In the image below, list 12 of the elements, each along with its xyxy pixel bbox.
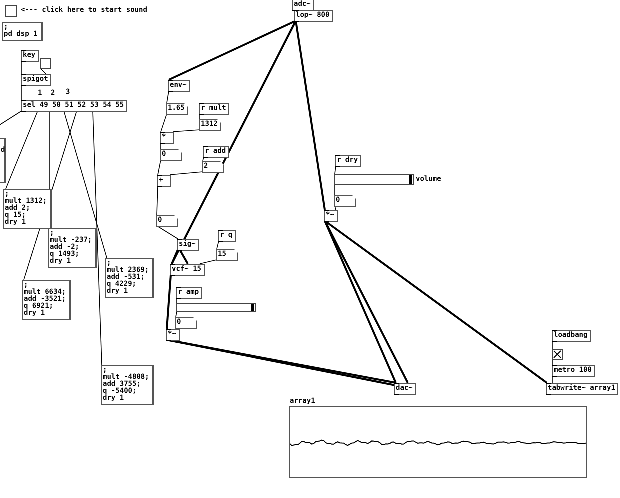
slider-handle[interactable] [409, 175, 412, 184]
patch-cord [160, 114, 168, 132]
slider[interactable] [176, 303, 256, 312]
patch-cord [40, 68, 46, 74]
patch-cord [166, 90, 170, 104]
toggle[interactable] [552, 349, 563, 360]
toggle[interactable] [5, 5, 17, 17]
slider[interactable] [334, 174, 414, 185]
patch-cord [166, 274, 172, 330]
toggle[interactable] [40, 58, 51, 69]
patch-cord [158, 160, 162, 176]
slider-handle[interactable] [251, 304, 254, 311]
